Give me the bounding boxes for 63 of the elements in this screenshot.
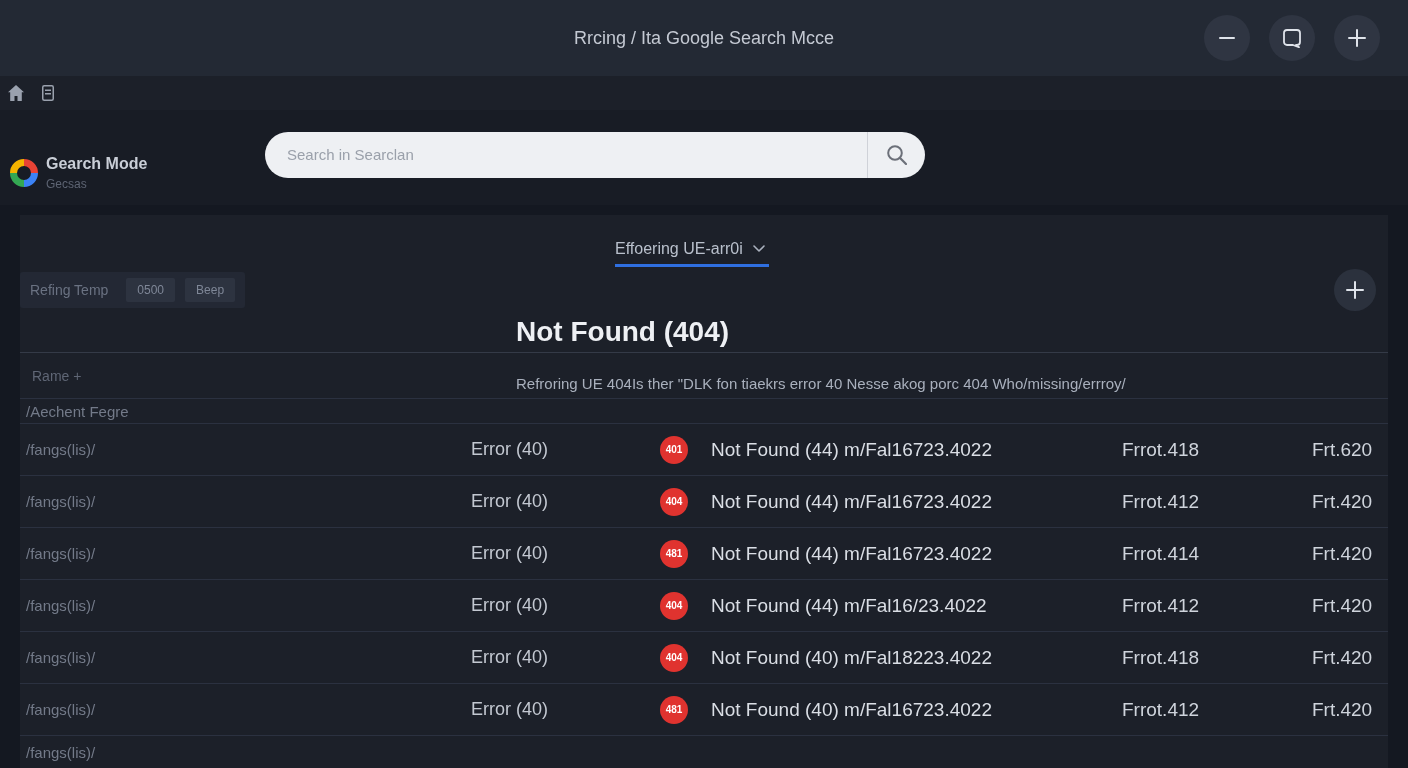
group-label: /Aechent Fegre xyxy=(25,402,129,420)
logo-icon xyxy=(10,159,38,187)
table-cell: Frt.420 xyxy=(1312,594,1373,617)
status-cell: Error (40) xyxy=(471,647,548,668)
status-cell: Error (40) xyxy=(471,543,548,564)
error-badge: 401 xyxy=(660,435,688,464)
error-badge: 481 xyxy=(660,539,688,568)
error-badge: 404 xyxy=(660,591,688,620)
page-heading: Not Found (404) xyxy=(516,316,730,349)
tab[interactable]: Effoering UE-arr0i xyxy=(615,239,769,267)
table-cell: Frt.420 xyxy=(1312,698,1373,721)
message-cell: Not Found (44) m/Fal16723.4022 xyxy=(711,490,992,513)
filter-chip[interactable]: 0500 xyxy=(126,277,176,302)
message-cell: Not Found (40) m/Fal16723.4022 xyxy=(711,698,992,721)
search-field[interactable]: Search in Searclan xyxy=(265,131,867,178)
table-cell: Frrot.418 xyxy=(1122,646,1200,669)
plus-icon xyxy=(1346,280,1364,299)
error-badge: 481 xyxy=(660,695,688,724)
column-header[interactable]: Rame + xyxy=(20,367,82,384)
table-cell: Frrot.414 xyxy=(1122,542,1200,565)
maximize-button[interactable] xyxy=(1269,15,1315,61)
error-badge: 404 xyxy=(660,643,688,672)
status-cell: Error (40) xyxy=(471,491,548,512)
table-cell: Frrot.412 xyxy=(1122,698,1200,721)
message-cell: Not Found (44) m/Fal16723.4022 xyxy=(711,438,992,461)
document-button[interactable] xyxy=(42,85,54,101)
message-cell: Not Found (40) m/Fal18223.4022 xyxy=(711,646,992,669)
home-button[interactable] xyxy=(8,85,24,101)
status-cell: Error (40) xyxy=(471,699,548,720)
filter-label: Refing Temp xyxy=(30,281,109,298)
chevron-down-icon xyxy=(752,245,765,253)
table-cell: Frt.620 xyxy=(1312,438,1373,461)
message-cell: Not Found (44) m/Fal16723.4022 xyxy=(711,542,992,565)
filter-chip[interactable]: Beep xyxy=(185,277,236,302)
error-badge: 404 xyxy=(660,487,688,516)
path-cell-text: /fangs(lis)/ xyxy=(25,493,96,510)
table-cell: Frrot.412 xyxy=(1122,594,1200,617)
message-cell: Not Found (44) m/Fal16/23.4022 xyxy=(711,594,987,617)
table-cell: Frt.420 xyxy=(1312,646,1373,669)
description-text: Refroring UE 404Is ther "DLK fon tiaekrs error 40 Nesse akog porc 404 Who/missing/errroy/ xyxy=(516,375,1126,394)
home-icon xyxy=(8,85,24,101)
path-cell-text: /fangs(lis)/ xyxy=(25,441,96,458)
table-cell: Frt.420 xyxy=(1312,542,1373,565)
add-button[interactable] xyxy=(1334,15,1380,61)
minus-icon xyxy=(1219,37,1235,39)
table-cell: Frt.420 xyxy=(1312,490,1373,513)
search-button[interactable] xyxy=(867,131,925,178)
search-icon xyxy=(886,144,907,165)
app-name: Gearch Mode xyxy=(46,155,148,173)
status-cell: Error (40) xyxy=(471,595,548,616)
path-cell-text: /fangs(lis)/ xyxy=(25,743,96,761)
document-icon xyxy=(42,85,54,101)
add-button[interactable] xyxy=(1334,268,1376,311)
window-title: Rrcing / Ita Google Search Mcce xyxy=(573,27,835,49)
status-cell: Error (40) xyxy=(471,439,548,460)
path-cell-text: /fangs(lis)/ xyxy=(25,701,96,718)
path-cell-text: /fangs(lis)/ xyxy=(25,545,96,562)
app-subtitle: Gecsas xyxy=(46,177,88,191)
plus-icon xyxy=(1348,29,1366,47)
table-cell: Frrot.412 xyxy=(1122,490,1200,513)
table-cell: Frrot.418 xyxy=(1122,438,1200,461)
path-cell-text: /fangs(lis)/ xyxy=(25,597,96,614)
path-cell-text: /fangs(lis)/ xyxy=(25,649,96,666)
